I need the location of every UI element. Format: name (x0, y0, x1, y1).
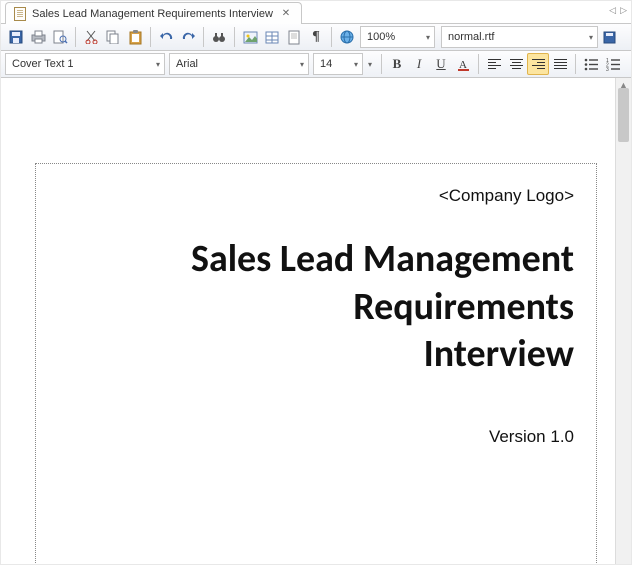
style-field[interactable]: Cover Text 1 ▾ (5, 53, 165, 75)
image-icon (243, 31, 258, 44)
title-line-1: Sales Lead Management (191, 236, 574, 282)
tab-prev-icon[interactable]: ◁ (609, 5, 616, 16)
dropdown-icon: ▾ (422, 33, 430, 42)
page-icon (288, 30, 300, 45)
font-size-value: 14 (320, 58, 332, 70)
dropdown-icon: ▾ (152, 60, 160, 69)
italic-button[interactable]: I (408, 53, 430, 75)
company-logo-placeholder[interactable]: <Company Logo> (90, 186, 574, 206)
print-preview-button[interactable] (49, 26, 71, 48)
align-justify-button[interactable] (549, 53, 571, 75)
template-name: normal.rtf (448, 31, 494, 43)
document-icon (14, 7, 26, 21)
bold-button[interactable]: B (386, 53, 408, 75)
document-title[interactable]: Sales Lead Management Requirements Inter… (90, 236, 574, 379)
format-toolbar: Cover Text 1 ▾ Arial ▾ 14 ▾ ▾ B I U A 12… (1, 51, 631, 78)
tab-strip: Sales Lead Management Requirements Inter… (1, 1, 631, 24)
align-left-button[interactable] (483, 53, 505, 75)
font-color-button[interactable]: A (452, 53, 474, 75)
dropdown-icon: ▾ (585, 33, 593, 42)
save-template-button[interactable] (598, 26, 620, 48)
font-color-icon: A (456, 57, 471, 72)
show-marks-button[interactable]: ¶ (305, 26, 327, 48)
bold-icon: B (393, 56, 402, 72)
numbered-list-icon: 123 (606, 58, 620, 71)
copy-button[interactable] (102, 26, 124, 48)
align-right-button[interactable] (527, 53, 549, 75)
scrollbar-thumb[interactable] (618, 88, 629, 142)
small-floppy-icon (603, 31, 616, 44)
print-button[interactable] (27, 26, 49, 48)
template-field[interactable]: normal.rtf ▾ (441, 26, 598, 48)
tab-title: Sales Lead Management Requirements Inter… (32, 8, 273, 20)
underline-icon: U (436, 56, 445, 72)
cut-button[interactable] (80, 26, 102, 48)
underline-button[interactable]: U (430, 53, 452, 75)
svg-text:3: 3 (606, 67, 609, 71)
insert-image-button[interactable] (239, 26, 261, 48)
insert-page-button[interactable] (283, 26, 305, 48)
font-field[interactable]: Arial ▾ (169, 53, 309, 75)
clipboard-icon (129, 30, 142, 45)
document-version[interactable]: Version 1.0 (90, 427, 574, 447)
title-line-3: Interview (424, 331, 574, 377)
scissors-icon (85, 30, 98, 44)
align-center-icon (510, 59, 523, 70)
tab-next-icon[interactable]: ▷ (620, 5, 627, 16)
page-surface[interactable]: <Company Logo> Sales Lead Management Req… (1, 78, 615, 564)
align-right-icon (532, 59, 545, 70)
align-left-icon (488, 59, 501, 70)
undo-button[interactable] (155, 26, 177, 48)
dropdown-icon: ▾ (350, 60, 358, 69)
printer-icon (31, 30, 46, 44)
bullet-list-icon (584, 58, 598, 71)
align-center-button[interactable] (505, 53, 527, 75)
zoom-field[interactable]: 100% ▾ (360, 26, 435, 48)
globe-icon (340, 30, 354, 44)
copy-icon (106, 30, 120, 44)
font-size-field[interactable]: 14 ▾ (313, 53, 363, 75)
paste-button[interactable] (124, 26, 146, 48)
align-justify-icon (554, 59, 567, 70)
redo-icon (181, 31, 196, 43)
tab-nav-arrows: ◁ ▷ (609, 5, 627, 16)
find-button[interactable] (208, 26, 230, 48)
binoculars-icon (212, 30, 226, 44)
font-name: Arial (176, 58, 198, 70)
dropdown-icon: ▾ (296, 60, 304, 69)
document-workspace: <Company Logo> Sales Lead Management Req… (1, 78, 631, 564)
floppy-icon (9, 30, 23, 44)
italic-icon: I (417, 56, 421, 72)
document-page: <Company Logo> Sales Lead Management Req… (35, 163, 597, 564)
font-size-more[interactable]: ▾ (363, 53, 377, 75)
redo-button[interactable] (177, 26, 199, 48)
title-line-2: Requirements (353, 284, 574, 330)
insert-table-button[interactable] (261, 26, 283, 48)
bullet-list-button[interactable] (580, 53, 602, 75)
main-toolbar: ¶ 100% ▾ normal.rtf ▾ (1, 24, 631, 51)
table-icon (265, 31, 279, 44)
chevron-down-icon: ▾ (368, 60, 372, 69)
vertical-scrollbar[interactable]: ▲ (615, 78, 631, 564)
style-name: Cover Text 1 (12, 58, 74, 70)
pilcrow-icon: ¶ (312, 29, 320, 45)
undo-icon (159, 31, 174, 43)
numbered-list-button[interactable]: 123 (602, 53, 624, 75)
document-tab[interactable]: Sales Lead Management Requirements Inter… (5, 2, 302, 24)
zoom-value: 100% (367, 31, 395, 43)
page-magnifier-icon (53, 30, 68, 44)
close-tab-icon[interactable]: ✕ (279, 7, 293, 21)
save-button[interactable] (5, 26, 27, 48)
web-preview-button[interactable] (336, 26, 358, 48)
